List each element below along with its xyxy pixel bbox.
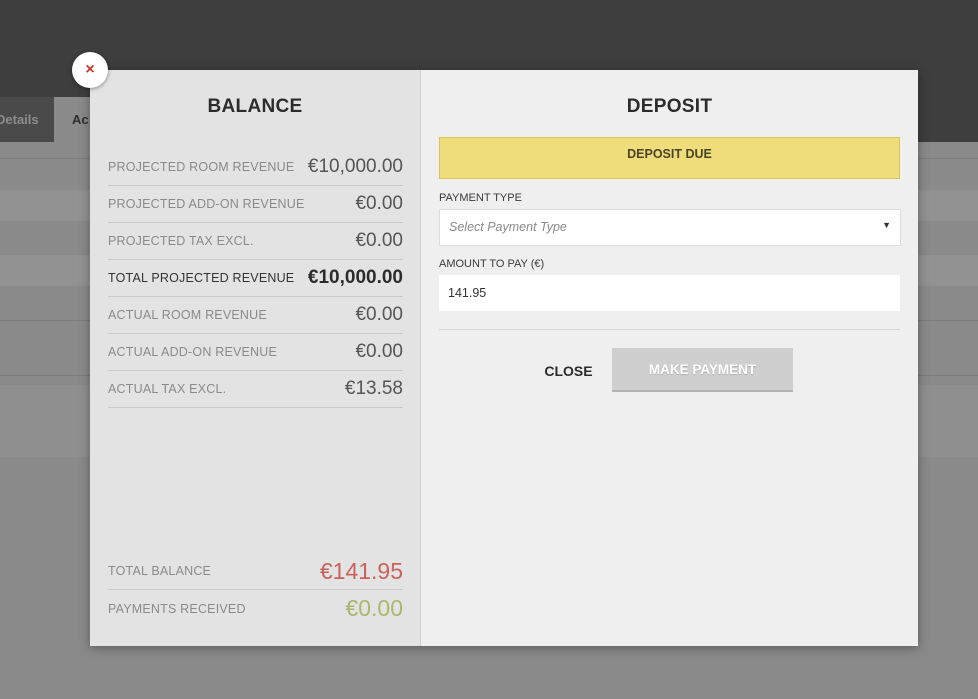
payment-modal: BALANCE PROJECTED ROOM REVENUE €10,000.0… (90, 70, 918, 646)
balance-row-actual-room-revenue: ACTUAL ROOM REVENUE €0.00 (108, 297, 403, 334)
balance-row-label: PROJECTED ROOM REVENUE (108, 160, 295, 174)
balance-row-label: PROJECTED TAX EXCL. (108, 234, 254, 248)
payment-type-placeholder: Select Payment Type (449, 220, 567, 234)
balance-row-value: €0.00 (355, 230, 403, 251)
balance-row-projected-room-revenue: PROJECTED ROOM REVENUE €10,000.00 (108, 149, 403, 186)
payments-received-label: PAYMENTS RECEIVED (108, 601, 246, 616)
balance-row-label: ACTUAL TAX EXCL. (108, 382, 227, 396)
deposit-title: DEPOSIT (626, 96, 713, 117)
total-balance-value: €141.95 (319, 557, 403, 584)
balance-row-label: ACTUAL ROOM REVENUE (108, 308, 267, 322)
balance-row-value: €0.00 (355, 304, 403, 325)
payments-received-row: PAYMENTS RECEIVED €0.00 (108, 590, 403, 627)
form-divider (439, 329, 900, 330)
balance-row-label: ACTUAL ADD-ON REVENUE (108, 345, 278, 359)
total-balance-label: TOTAL BALANCE (108, 564, 212, 578)
balance-row-label: TOTAL PROJECTED REVENUE (108, 271, 295, 285)
balance-row-value: €0.00 (355, 341, 403, 362)
balance-row-value: €0.00 (355, 193, 403, 214)
close-button[interactable]: CLOSE (536, 360, 601, 382)
deposit-due-banner: DEPOSIT DUE (439, 137, 900, 179)
balance-panel: BALANCE PROJECTED ROOM REVENUE €10,000.0… (90, 70, 421, 646)
payments-received-value: €0.00 (345, 595, 403, 621)
balance-row-value: €10,000.00 (307, 156, 403, 177)
tab-details[interactable]: Details (0, 97, 54, 142)
balance-row-value: €10,000.00 (307, 267, 403, 288)
balance-row-actual-addon-revenue: ACTUAL ADD-ON REVENUE €0.00 (108, 334, 403, 371)
amount-label-text: AMOUNT TO PAY (439, 258, 528, 270)
balance-row-total-projected-revenue: TOTAL PROJECTED REVENUE €10,000.00 (108, 260, 403, 297)
deposit-panel: DEPOSIT DEPOSIT DUE PAYMENT TYPE Select … (421, 70, 918, 646)
balance-row-projected-addon-revenue: PROJECTED ADD-ON REVENUE €0.00 (108, 186, 403, 223)
amount-label: AMOUNT TO PAY (€) (439, 258, 544, 270)
close-modal-icon[interactable]: × (72, 52, 108, 88)
payment-type-label: PAYMENT TYPE (439, 192, 522, 204)
make-payment-button[interactable]: MAKE PAYMENT (612, 348, 793, 392)
balance-row-actual-tax: ACTUAL TAX EXCL. €13.58 (108, 371, 403, 408)
amount-to-pay-input[interactable] (439, 275, 900, 311)
amount-unit: (€) (530, 258, 545, 270)
balance-totals: TOTAL BALANCE €141.95 PAYMENTS RECEIVED … (108, 553, 403, 627)
payment-type-select[interactable]: Select Payment Type ▼ (439, 209, 901, 246)
balance-title: BALANCE (207, 96, 303, 117)
balance-list: PROJECTED ROOM REVENUE €10,000.00 PROJEC… (108, 149, 403, 408)
balance-row-value: €13.58 (344, 378, 403, 399)
balance-row-label: PROJECTED ADD-ON REVENUE (108, 197, 305, 211)
balance-row-projected-tax: PROJECTED TAX EXCL. €0.00 (108, 223, 403, 260)
caret-down-icon: ▼ (882, 220, 891, 230)
total-balance-row: TOTAL BALANCE €141.95 (108, 553, 403, 590)
